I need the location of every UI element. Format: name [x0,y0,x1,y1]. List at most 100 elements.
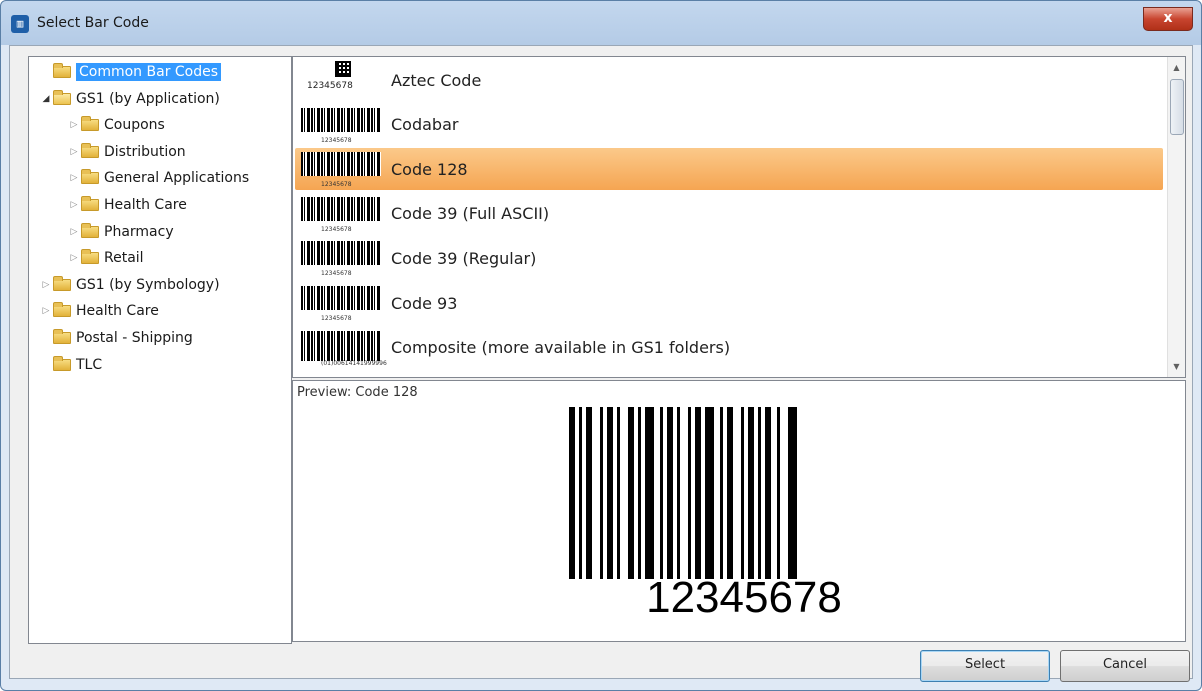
preview-bar [758,407,761,579]
linear-barcode-thumbnail-icon: 12345678 [301,150,383,188]
tree-item[interactable]: ▷ Pharmacy [67,221,174,243]
tree-item-label: Health Care [76,303,159,320]
select-button[interactable]: Select [920,650,1050,682]
tree-item[interactable]: ▷ Coupons [67,114,165,136]
barcode-list-item-label: Code 93 [391,293,458,313]
tree-item-label: TLC [76,356,103,373]
linear-barcode-thumbnail-icon: 12345678 [301,284,383,322]
barcode-list-item-label: Codabar [391,115,459,135]
tree-item[interactable]: TLC [39,354,102,376]
barcode-app-icon: ▥ [11,15,29,33]
scroll-up-icon[interactable]: ▲ [1168,59,1185,76]
tree-item[interactable]: Common Bar Codes [39,61,222,83]
tree-item[interactable]: ▷ Health Care [67,194,187,216]
thumbnail-bars [301,241,381,266]
preview-panel: Preview: Code 128 12345678 [292,380,1186,642]
collapsed-arrow-icon[interactable]: ▷ [39,306,53,316]
linear-barcode-thumbnail-icon: 12345678 [301,239,383,277]
barcode-list-item[interactable]: 12345678 Code 93 [295,282,1163,324]
aztec-barcode-thumbnail-icon: 12345678 [301,61,383,99]
tree-item[interactable]: ▷ Retail [67,247,144,269]
tree-item[interactable]: ▷ GS1 (by Symbology) [39,274,220,296]
folder-icon [81,142,99,158]
barcode-list-item[interactable]: 12345678 Aztec Code [295,59,1163,101]
tree-item-label: Postal - Shipping [76,330,193,346]
collapsed-arrow-icon[interactable]: ▷ [67,173,81,183]
scroll-down-icon[interactable]: ▼ [1168,358,1185,375]
expanded-arrow-icon[interactable]: ◢ [39,94,53,104]
folder-icon [53,355,71,371]
preview-bar [727,407,733,579]
thumbnail-bars [301,330,381,361]
thumbnail-number: 12345678 [307,81,353,91]
collapsed-arrow-icon[interactable]: ▷ [67,120,81,130]
folder-icon [81,249,99,265]
title-bar: ▥ Select Bar Code x [1,1,1201,45]
tree-item-label: General Applications [104,170,250,187]
barcode-list-item-label: Composite (more available in GS1 folders… [391,338,731,358]
folder-icon [81,116,99,132]
collapsed-arrow-icon[interactable]: ▷ [67,200,81,210]
preview-bar [695,407,701,579]
collapsed-arrow-icon[interactable]: ▷ [67,253,81,263]
tree-item-label: Coupons [104,117,165,134]
barcode-list-item-label: Code 128 [391,159,468,179]
barcode-list[interactable]: (01)00614141999996 Composite (more availa… [292,56,1186,378]
folder-icon [53,275,71,291]
aztec-symbol-icon [335,61,351,77]
preview-bar [600,407,603,579]
preview-bar [677,407,680,579]
thumbnail-number: 12345678 [321,136,352,144]
tree-item-label: Common Bar Codes [76,63,222,81]
preview-bar [748,407,754,579]
preview-bar [617,407,620,579]
barcode-list-item-label: Aztec Code [391,70,482,90]
preview-bar [720,407,723,579]
open-folder-icon [53,89,71,105]
composite-barcode-thumbnail-icon: (01)00614141999996 [301,329,387,367]
cancel-button[interactable]: Cancel [1060,650,1190,682]
barcode-list-item[interactable]: (01)00614141999996 Composite (more availa… [295,327,1163,369]
tree-item[interactable]: ▷ General Applications [67,167,249,189]
collapsed-arrow-icon[interactable]: ▷ [67,147,81,157]
close-button[interactable]: x [1143,7,1193,31]
tree-item-label: GS1 (by Symbology) [76,276,220,293]
preview-caption: Preview: Code 128 [297,385,418,400]
window-title: Select Bar Code [37,15,149,31]
preview-bar [628,407,634,579]
select-bar-code-dialog: ▥ Select Bar Code x Common Bar Codes ◢ GS1… [0,0,1202,691]
thumbnail-number: 12345678 [321,270,352,278]
preview-bar [579,407,582,579]
scroll-thumb[interactable] [1170,79,1184,135]
thumbnail-number: (01)00614141999996 [321,359,387,367]
tree-item-label: Health Care [104,197,187,213]
barcode-list-item-label: Code 39 (Full ASCII) [391,204,550,224]
collapsed-arrow-icon[interactable]: ▷ [39,280,53,290]
preview-bar [660,407,663,579]
tree-item[interactable]: ◢ GS1 (by Application) [39,88,220,110]
preview-bar [705,407,714,579]
preview-bar [638,407,641,579]
preview-bar [741,407,744,579]
thumbnail-bars [301,107,381,132]
linear-barcode-thumbnail-icon: 12345678 [301,106,383,144]
barcode-list-item[interactable]: 12345678 Codabar [295,104,1163,146]
barcode-list-item[interactable]: 12345678 Code 128 [295,148,1163,191]
preview-bar [607,407,613,579]
dialog-content: Common Bar Codes ◢ GS1 (by Application) ▷ Co… [9,45,1193,682]
thumbnail-number: 12345678 [321,315,352,322]
collapsed-arrow-icon[interactable]: ▷ [67,227,81,237]
tree-item[interactable]: ▷ Distribution [67,141,186,163]
preview-bar [586,407,592,579]
barcode-list-item[interactable]: 12345678 Code 39 (Full ASCII) [295,193,1163,235]
preview-bar [765,407,771,579]
preview-barcode-number: 12345678 [646,573,842,622]
barcode-list-item[interactable]: 12345678 Code 39 (Regular) [295,237,1163,279]
preview-bar [645,407,654,579]
tree-item[interactable]: Postal - Shipping [39,327,193,349]
tree-item-label: GS1 (by Application) [76,90,220,107]
category-tree[interactable]: Common Bar Codes ◢ GS1 (by Application) ▷ Co… [28,56,292,644]
list-scrollbar[interactable]: ▲ ▼ [1167,57,1185,377]
thumbnail-bars [301,152,381,177]
tree-item[interactable]: ▷ Health Care [39,300,159,322]
